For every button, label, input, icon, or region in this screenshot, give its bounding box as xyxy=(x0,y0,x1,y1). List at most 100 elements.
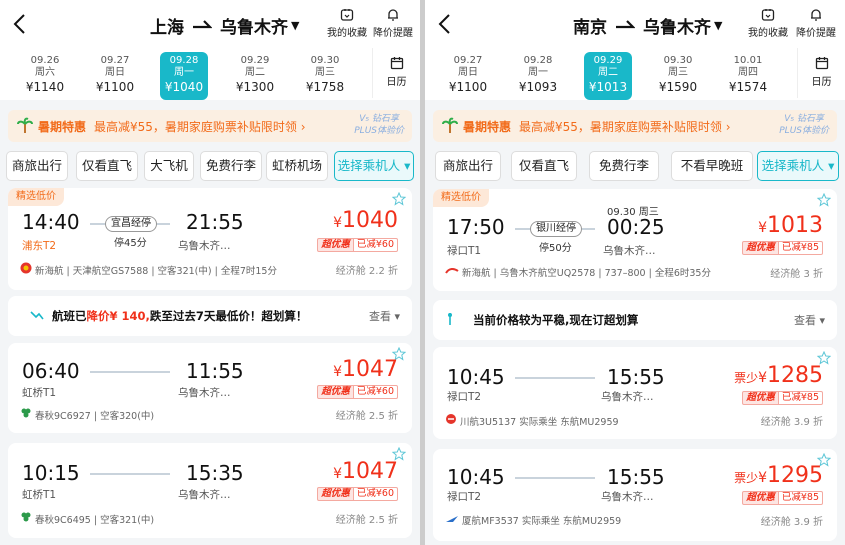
price-notice-bar[interactable]: 航班已 降价¥ 140, 跌至过去7天最低价！超划算！ 查看 ▾ xyxy=(8,296,412,336)
cabin-class: 经济舱 3 折 xyxy=(770,269,823,280)
discount-badge: 已减¥85 xyxy=(778,391,823,405)
date-price: ¥1040 xyxy=(164,80,204,94)
filter-direct[interactable]: 仅看直飞 xyxy=(76,151,138,181)
discount-badge: 已减¥60 xyxy=(353,385,398,399)
arrival-time: 15:55 xyxy=(607,465,665,489)
weekday-label: 周一 xyxy=(528,67,548,78)
flight-card[interactable]: 06:40 虹桥T1 11:55 乌鲁木齐… ¥1047 超优惠 已减¥60 春秋… xyxy=(8,343,412,433)
stopover-duration: 停45分 xyxy=(114,238,147,249)
date-label: 09.26 xyxy=(30,55,60,66)
promo-banner[interactable]: 暑期特惠 最高减¥55，暑期家庭购票补贴限时领 › V₅ 钻石享 PLUS体验价 xyxy=(8,110,412,142)
departure-airport: 禄口T1 xyxy=(447,245,482,257)
calendar-button[interactable]: 日历 xyxy=(372,48,420,98)
promo-banner[interactable]: 暑期特惠 最高减¥55，暑期家庭购票补贴限时领 › V₅ 钻石享 PLUS体验价 xyxy=(433,110,837,142)
price-alert-button[interactable]: 降价提醒 xyxy=(791,8,841,39)
favorites-button[interactable]: 我的收藏 xyxy=(322,8,372,39)
filter-business[interactable]: 商旅出行 xyxy=(435,151,501,181)
cabin-class: 经济舱 2.5 折 xyxy=(335,515,398,526)
date-price: ¥1758 xyxy=(305,80,345,94)
departure-time: 06:40 xyxy=(22,359,80,383)
date-tab[interactable]: 09.27 周日 ¥1100 xyxy=(80,52,150,100)
route-line xyxy=(515,477,595,479)
route-arrow-icon xyxy=(192,15,213,35)
price-alert-label: 降价提醒 xyxy=(373,28,413,39)
date-tab-selected[interactable]: 09.29 周二 ¥1013 xyxy=(584,52,632,100)
select-passenger-button[interactable]: 选择乘机人 ▾ xyxy=(334,151,414,181)
filter-no-early-late[interactable]: 不看早晚班 xyxy=(671,151,753,181)
filter-large-plane[interactable]: 大飞机 xyxy=(144,151,194,181)
date-tab[interactable]: 09.27 周日 ¥1100 xyxy=(433,52,503,100)
flight-info: 春秋9C6495 | 空客321(中) xyxy=(20,511,154,526)
flight-price: 票少¥1285 xyxy=(734,363,823,388)
filter-bar: 商旅出行 仅看直飞 大飞机 免费行李 虹桥机场 选择乘机人 ▾ xyxy=(4,151,420,181)
flight-card[interactable]: 精选低价 14:40 浦东T2 宜昌经停 停45分 21:55 乌鲁木齐… ¥1… xyxy=(8,188,412,290)
cabin-class: 经济舱 3.9 折 xyxy=(760,417,823,428)
cabin-class: 经济舱 2.5 折 xyxy=(335,411,398,422)
date-selector: 09.26 周六 ¥1140 09.27 周日 ¥1100 09.28 周一 ¥1040 0… xyxy=(0,50,375,102)
view-button[interactable]: 查看 ▾ xyxy=(369,308,400,324)
price-value: 1285 xyxy=(767,363,823,388)
departure-airport: 禄口T2 xyxy=(447,391,482,403)
departure-time: 10:15 xyxy=(22,461,80,485)
flight-info-text: 厦航MF3537 实际乘坐 东航MU2959 xyxy=(462,516,622,527)
calendar-button[interactable]: 日历 xyxy=(797,48,845,98)
super-deal-badge: 超优惠 xyxy=(742,491,779,505)
back-arrow-icon[interactable] xyxy=(435,12,455,36)
select-passenger-button[interactable]: 选择乘机人 ▾ xyxy=(757,151,839,181)
date-tab[interactable]: 10.01 周四 ¥1574 xyxy=(713,52,783,100)
departure-time: 17:50 xyxy=(447,215,505,239)
price-alert-label: 降价提醒 xyxy=(796,28,836,39)
route-arrow-icon xyxy=(615,15,636,35)
date-label: 09.27 xyxy=(453,55,483,66)
filter-free-baggage[interactable]: 免费行李 xyxy=(589,151,659,181)
discount-badge: 已减¥60 xyxy=(353,487,398,501)
view-button[interactable]: 查看 ▾ xyxy=(794,312,825,328)
star-icon[interactable] xyxy=(392,192,406,206)
calendar-label: 日历 xyxy=(811,77,832,88)
weekday-label: 周一 xyxy=(174,67,194,78)
filter-direct[interactable]: 仅看直飞 xyxy=(511,151,577,181)
flight-card[interactable]: 10:45 禄口T2 15:55 乌鲁木齐… 票少¥1295 超优惠 已减¥85 … xyxy=(433,449,837,541)
date-tab[interactable]: 09.30 周三 ¥1758 xyxy=(290,52,360,100)
price-alert-button[interactable]: 降价提醒 xyxy=(368,8,418,39)
arrival-airport: 乌鲁木齐… xyxy=(178,240,231,252)
date-label: 09.29 xyxy=(593,55,623,66)
filter-hongqiao[interactable]: 虹桥机场 xyxy=(266,151,328,181)
airline-logo-icon xyxy=(20,407,32,422)
super-deal-badge: 超优惠 xyxy=(742,391,779,405)
favorites-label: 我的收藏 xyxy=(748,28,788,39)
favorites-button[interactable]: 我的收藏 xyxy=(743,8,793,39)
price-value: 1047 xyxy=(342,357,398,382)
date-price: ¥1100 xyxy=(448,80,488,94)
date-price: ¥1100 xyxy=(95,80,135,94)
origin-city: 上海 xyxy=(150,17,184,38)
weekday-label: 周六 xyxy=(35,67,55,78)
date-tab[interactable]: 09.29 周二 ¥1300 xyxy=(220,52,290,100)
flight-card[interactable]: 10:15 虹桥T1 15:35 乌鲁木齐… ¥1047 超优惠 已减¥60 春秋… xyxy=(8,443,412,538)
date-tab-selected[interactable]: 09.28 周一 ¥1040 xyxy=(160,52,208,100)
date-price: ¥1013 xyxy=(588,80,628,94)
weekday-label: 周三 xyxy=(668,67,688,78)
date-tab[interactable]: 09.30 周三 ¥1590 xyxy=(643,52,713,100)
star-icon[interactable] xyxy=(817,193,831,207)
route-title[interactable]: 上海 乌鲁木齐 ▼ xyxy=(150,12,299,38)
filter-free-baggage[interactable]: 免费行李 xyxy=(200,151,262,181)
date-label: 09.28 xyxy=(169,55,199,66)
date-tab[interactable]: 09.26 周六 ¥1140 xyxy=(10,52,80,100)
flight-info-text: 新海航 | 乌鲁木齐航空UQ2578 | 737–800 | 全程6时35分 xyxy=(462,268,711,279)
destination-city: 乌鲁木齐 xyxy=(220,17,288,38)
price-notice-bar[interactable]: 当前价格较为平稳,现在订超划算 查看 ▾ xyxy=(433,300,837,340)
flight-card[interactable]: 精选低价 17:50 禄口T1 银川经停 停50分 09.30 周三 00:25… xyxy=(433,189,837,291)
date-tab[interactable]: 09.28 周一 ¥1093 xyxy=(503,52,573,100)
weekday-label: 周四 xyxy=(738,67,758,78)
discount-badge: 已减¥85 xyxy=(778,491,823,505)
route-title[interactable]: 南京 乌鲁木齐 ▼ xyxy=(573,12,722,38)
flight-card[interactable]: 10:45 禄口T2 15:55 乌鲁木齐… 票少¥1285 超优惠 已减¥85 … xyxy=(433,347,837,439)
flight-list-screen-shanghai: 上海 乌鲁木齐 ▼ 我的收藏 降价提醒 09.26 周六 ¥1140 09.27 周日… xyxy=(0,0,420,545)
filter-business[interactable]: 商旅出行 xyxy=(6,151,68,181)
bookmark-icon xyxy=(761,9,775,21)
plus-badge: V₅ 钻石享 PLUS体验价 xyxy=(354,113,404,137)
back-arrow-icon[interactable] xyxy=(10,12,30,36)
flight-info: 新海航 | 乌鲁木齐航空UQ2578 | 737–800 | 全程6时35分 xyxy=(445,265,711,279)
date-label: 09.29 xyxy=(240,55,270,66)
